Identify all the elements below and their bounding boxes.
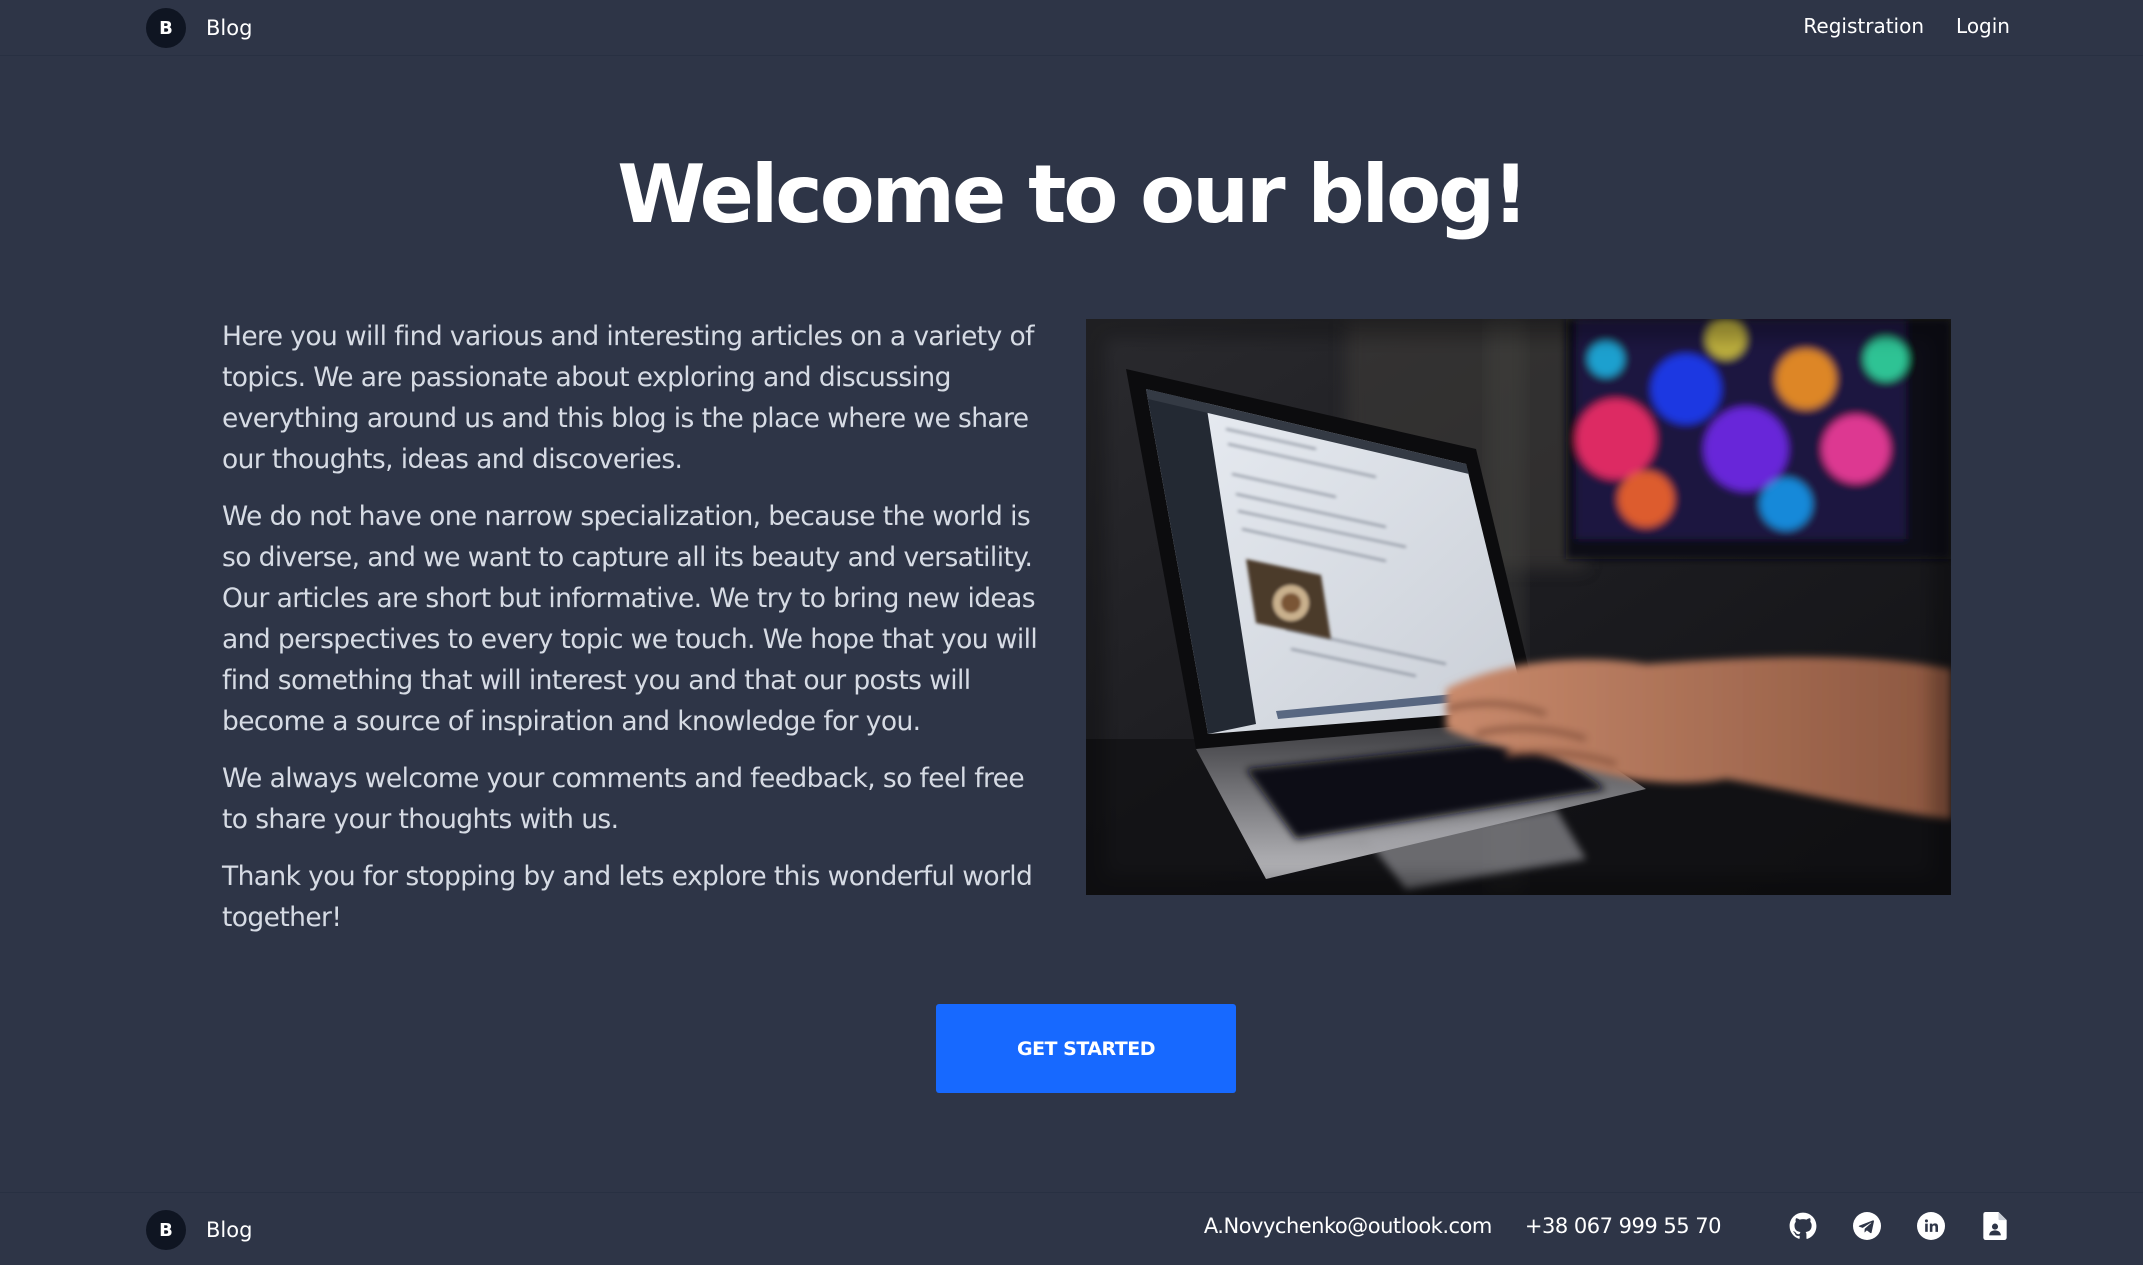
page-title: Welcome to our blog!: [617, 148, 1529, 241]
footer-brand-link[interactable]: B Blog: [146, 1210, 252, 1250]
footer: B Blog A.Novychenko@outlook.com +38 067 …: [0, 1192, 2143, 1265]
email-link[interactable]: A.Novychenko@outlook.com: [1204, 1214, 1493, 1238]
intro-paragraph: We always welcome your comments and feed…: [222, 763, 1025, 835]
header-brand-link[interactable]: B Blog: [146, 8, 252, 48]
brand-name: Blog: [206, 1218, 253, 1242]
registration-link[interactable]: Registration: [1803, 14, 1924, 38]
page: B Blog Registration Login Welcome to our…: [0, 0, 2143, 1265]
intro-paragraph: We do not have one narrow specialization…: [222, 501, 1038, 737]
intro-paragraph: Thank you for stopping by and lets explo…: [222, 861, 1033, 933]
github-icon[interactable]: [1788, 1211, 1818, 1241]
phone-link[interactable]: +38 067 999 55 70: [1525, 1214, 1722, 1238]
intro-paragraph: Here you will find various and interesti…: [222, 321, 1034, 475]
header: B Blog Registration Login: [0, 0, 2143, 56]
telegram-icon[interactable]: [1852, 1211, 1882, 1241]
footer-contacts: A.Novychenko@outlook.com +38 067 999 55 …: [1204, 1211, 2010, 1241]
linkedin-icon[interactable]: [1916, 1211, 1946, 1241]
brand-name: Blog: [206, 16, 253, 40]
hero-image: [1086, 319, 1951, 895]
resume-file-icon[interactable]: [1980, 1211, 2010, 1241]
header-nav: Registration Login: [1803, 14, 2010, 38]
intro-text: Here you will find various and interesti…: [222, 316, 1042, 954]
get-started-button[interactable]: GET STARTED: [936, 1004, 1236, 1093]
brand-logo: B: [146, 8, 186, 48]
login-link[interactable]: Login: [1956, 14, 2010, 38]
brand-logo: B: [146, 1210, 186, 1250]
